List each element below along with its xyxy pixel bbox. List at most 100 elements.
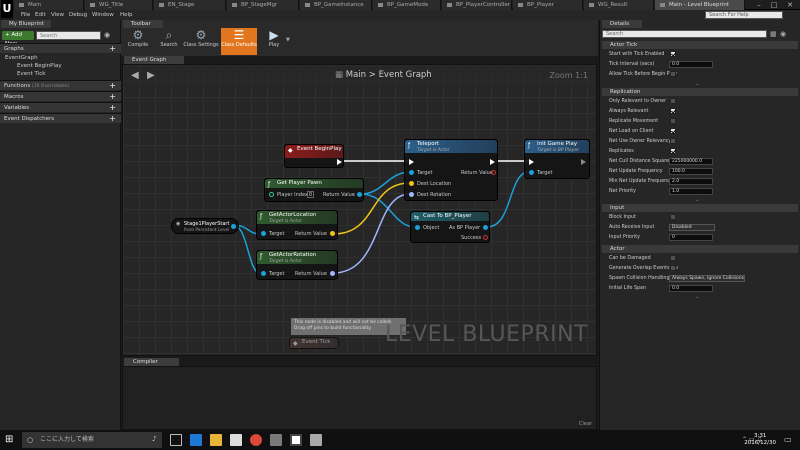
expand-advanced-icon[interactable]: ⌄ (695, 197, 703, 203)
target-pin[interactable] (409, 170, 414, 175)
tab-wg-title[interactable]: WG_Title (85, 0, 153, 10)
add-graph-icon[interactable]: + (109, 44, 116, 54)
category-actor-tick[interactable]: Actor Tick (602, 41, 798, 49)
add-macro-icon[interactable]: + (109, 92, 116, 102)
initial-life-span-field[interactable]: 0.0 (669, 285, 713, 292)
search-button[interactable]: ⌕ Search (154, 28, 184, 55)
block-input-checkbox[interactable] (670, 214, 676, 220)
success-pin[interactable] (483, 235, 488, 240)
tree-item-event-tick[interactable]: Event Tick (17, 71, 45, 77)
object-pin[interactable] (415, 225, 420, 230)
compile-button[interactable]: ⚙ Compile (123, 28, 153, 55)
menu-edit[interactable]: Edit (35, 10, 46, 20)
add-dispatcher-icon[interactable]: + (109, 114, 116, 124)
variables-section-header[interactable]: Variables + (0, 102, 121, 112)
as-bp-player-pin[interactable] (483, 225, 488, 230)
tab-bp-playercontroller[interactable]: BP_PlayerController (442, 0, 512, 10)
task-view-icon[interactable] (170, 434, 182, 446)
target-pin[interactable] (529, 170, 534, 175)
always-relevant-checkbox[interactable] (670, 108, 676, 114)
generate-overlap-events-checkbox[interactable] (670, 265, 676, 271)
tab-bp-player[interactable]: BP_Player (513, 0, 583, 10)
return-value-pin[interactable] (357, 192, 362, 197)
node-cast-to-bp-player[interactable]: ⇆ Cast To BP_Player Object As BP Player S… (410, 211, 490, 243)
start-with-tick-checkbox[interactable] (670, 51, 676, 57)
unreal-editor-icon[interactable] (290, 434, 302, 446)
tab-bp-gameinstance[interactable]: BP_GameInstance (300, 0, 372, 10)
exec-in-pin[interactable] (529, 159, 534, 165)
tab-main[interactable]: Main (14, 0, 84, 10)
net-load-on-client-checkbox[interactable] (670, 128, 676, 134)
search-help-input[interactable]: Search For Help (705, 11, 783, 19)
bool-return-pin[interactable] (491, 170, 496, 175)
add-new-button[interactable]: + Add New (2, 31, 34, 47)
eye-icon[interactable]: ◉ (104, 31, 110, 39)
menu-debug[interactable]: Debug (69, 10, 87, 20)
menu-help[interactable]: Help (120, 10, 133, 20)
microphone-icon[interactable]: ♪ (152, 435, 156, 443)
menu-view[interactable]: View (51, 10, 64, 20)
tab-event-graph[interactable]: Event Graph (124, 56, 184, 64)
spawn-collision-handling-dropdown[interactable]: Always Spawn, Ignore Collisions (669, 275, 745, 282)
exec-out-pin[interactable] (490, 159, 495, 165)
tab-compiler-results[interactable]: Compiler Results (124, 358, 179, 373)
class-defaults-button[interactable]: ☰ Class Defaults (221, 28, 257, 55)
node-event-beginplay[interactable]: ◆ Event BeginPlay (284, 144, 344, 168)
category-actor[interactable]: Actor (602, 245, 798, 253)
tab-bp-stagemgr[interactable]: BP_StageMgr (227, 0, 299, 10)
blueprint-search-input[interactable]: Search (36, 31, 101, 40)
node-init-game-play[interactable]: ƒ Init Game Play Target is BP Player Targe… (524, 139, 590, 179)
exec-out-pin[interactable] (337, 159, 342, 165)
functions-section-header[interactable]: Functions (16 Overridable) + (0, 80, 121, 90)
category-input[interactable]: Input (602, 204, 798, 212)
store-icon[interactable] (230, 434, 242, 446)
node-get-player-pawn[interactable]: ƒ Get Player Pawn Player Index 0 Return V… (264, 178, 364, 202)
node-stage1-player-start[interactable]: ◉ Stage1PlayerStart from Persistent Leve… (171, 218, 239, 234)
notification-icon[interactable]: ▭ (784, 435, 792, 444)
only-relevant-to-owner-checkbox[interactable] (670, 98, 676, 104)
add-variable-icon[interactable]: + (109, 103, 116, 113)
net-cull-distance-field[interactable]: 225000000.0 (669, 158, 713, 165)
auto-receive-input-dropdown[interactable]: Disabled (669, 224, 715, 231)
input-priority-field[interactable]: 0 (669, 234, 713, 241)
player-index-field[interactable]: 0 (307, 191, 314, 198)
tab-toolbar[interactable]: Toolbar (123, 20, 163, 28)
file-explorer-icon[interactable] (210, 434, 222, 446)
target-pin[interactable] (261, 271, 266, 276)
menu-window[interactable]: Window (92, 10, 114, 20)
edge-browser-icon[interactable] (190, 434, 202, 446)
node-teleport[interactable]: ƒ Teleport Target is Actor Target Return V… (404, 139, 498, 201)
net-priority-field[interactable]: 1.0 (669, 188, 713, 195)
rotation-return-pin[interactable] (330, 271, 335, 276)
allow-tick-before-beginplay-checkbox[interactable] (670, 71, 676, 77)
actor-ref-out-pin[interactable] (231, 224, 236, 229)
maximize-icon[interactable]: □ (767, 0, 781, 10)
tab-wg-result[interactable]: WG_Result (584, 0, 654, 10)
minimize-icon[interactable]: – (752, 0, 766, 10)
node-get-actor-rotation[interactable]: ƒ GetActorRotation Target is Actor Target … (256, 250, 338, 280)
taskbar-clock[interactable]: 3:31 2016/12/30 (744, 433, 776, 447)
tab-en-stage[interactable]: EN_Stage (154, 0, 226, 10)
node-event-tick[interactable]: ◆ Event Tick (289, 337, 339, 349)
play-options-chevron-icon[interactable]: ▼ (286, 37, 290, 43)
replicate-movement-checkbox[interactable] (670, 118, 676, 124)
net-use-owner-relevancy-checkbox[interactable] (670, 138, 676, 144)
player-index-pin[interactable] (269, 192, 274, 197)
replicates-checkbox[interactable] (670, 148, 676, 154)
exec-out-pin[interactable] (581, 159, 586, 165)
category-replication[interactable]: Replication (602, 88, 798, 96)
details-search-input[interactable]: Search (602, 30, 767, 38)
tab-my-blueprint[interactable]: My Blueprint (1, 20, 51, 28)
tree-item-eventgraph[interactable]: EventGraph (5, 55, 38, 61)
class-settings-button[interactable]: ⚙ Class Settings (183, 28, 219, 55)
location-return-pin[interactable] (330, 231, 335, 236)
event-dispatchers-section-header[interactable]: Event Dispatchers + (0, 113, 121, 123)
macros-section-header[interactable]: Macros + (0, 91, 121, 101)
menu-file[interactable]: File (21, 10, 30, 20)
app-icon[interactable] (270, 434, 282, 446)
event-graph-canvas[interactable]: ◀ ▶ ▦ Main > Event Graph Zoom 1:1 ◆ Event… (122, 64, 597, 356)
tab-level-blueprint[interactable]: Main - Level Blueprint (655, 0, 745, 10)
min-net-update-frequency-field[interactable]: 2.0 (669, 178, 713, 185)
add-function-icon[interactable]: + (109, 81, 116, 91)
close-icon[interactable]: ✕ (783, 0, 797, 10)
